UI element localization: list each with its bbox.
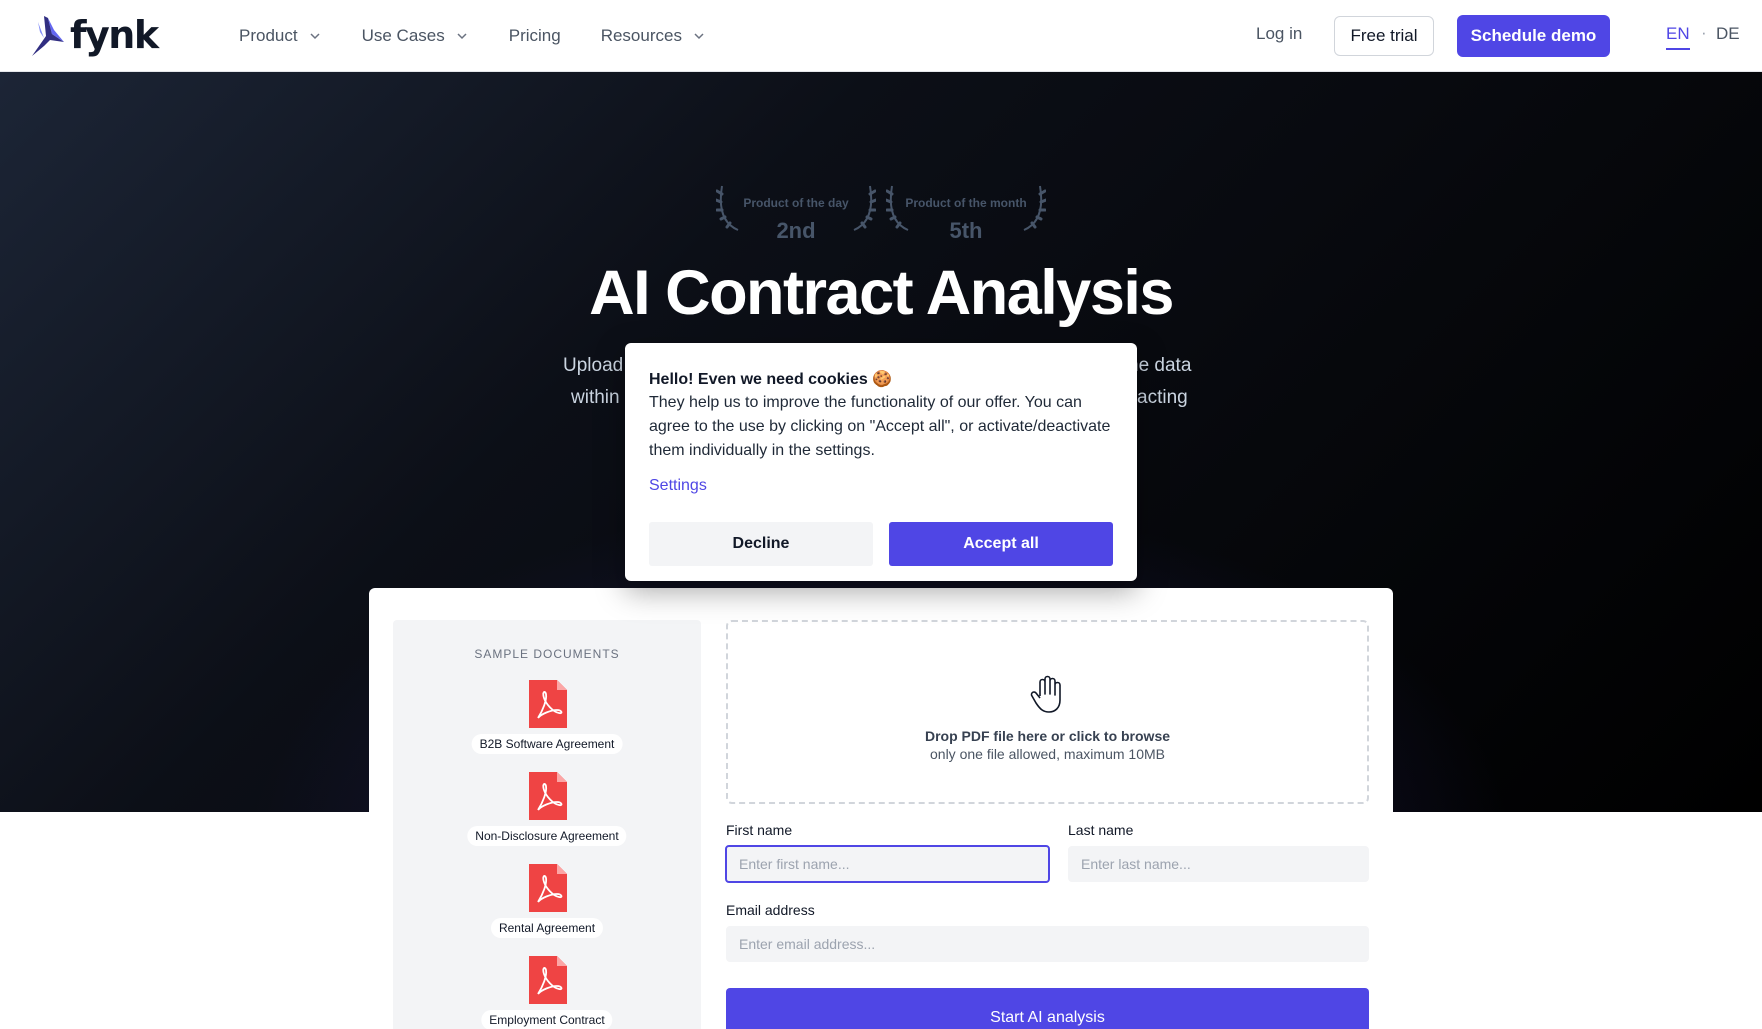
sample-document-label: Employment Contract xyxy=(481,1010,613,1029)
cookie-buttons: Decline Accept all xyxy=(649,522,1113,566)
nav-item-product[interactable]: Product xyxy=(239,26,322,46)
sample-document-item[interactable]: Employment Contract xyxy=(393,956,701,1029)
language-en[interactable]: EN xyxy=(1666,24,1690,50)
nav-item-use-cases[interactable]: Use Cases xyxy=(362,26,469,46)
pdf-file-icon xyxy=(529,956,567,1004)
accept-all-button[interactable]: Accept all xyxy=(889,522,1113,566)
cookie-settings-link[interactable]: Settings xyxy=(649,477,707,495)
chevron-down-icon xyxy=(310,33,320,40)
last-name-label: Last name xyxy=(1068,822,1134,838)
logo-text: fynk xyxy=(70,13,159,57)
nav-label: Pricing xyxy=(508,26,561,45)
main-nav: Product Use Cases Pricing Resources xyxy=(239,0,746,72)
sample-document-label: Rental Agreement xyxy=(490,918,604,938)
subtitle-fragment: Upload xyxy=(563,355,624,376)
subtitle-fragment: he data xyxy=(1128,355,1192,376)
sample-document-item[interactable]: Rental Agreement xyxy=(393,864,701,944)
nav-item-resources[interactable]: Resources xyxy=(601,26,706,46)
award-badge-month: Product of the month 5th xyxy=(886,182,1046,243)
award-rank: 2nd xyxy=(776,218,816,243)
award-rank: 5th xyxy=(949,218,983,243)
cookie-text: They help us to improve the functionalit… xyxy=(649,394,1111,459)
pdf-file-icon xyxy=(529,772,567,820)
pdf-file-icon xyxy=(529,864,567,912)
last-name-field[interactable] xyxy=(1068,846,1369,882)
sample-document-label: Non-Disclosure Agreement xyxy=(467,826,627,846)
pdf-file-icon xyxy=(529,680,567,728)
nav-item-pricing[interactable]: Pricing xyxy=(509,26,561,46)
decline-button[interactable]: Decline xyxy=(649,522,873,566)
chevron-down-icon xyxy=(457,33,467,40)
page-title: AI Contract Analysis xyxy=(589,258,1174,328)
sample-document-item[interactable]: Non-Disclosure Agreement xyxy=(393,772,701,852)
analysis-card: SAMPLE DOCUMENTS B2B Software Agreement … xyxy=(369,588,1393,1029)
subtitle-fragment: acting xyxy=(1137,387,1188,408)
login-link[interactable]: Log in xyxy=(1256,24,1302,44)
cookie-consent-dialog: Hello! Even we need cookies 🍪 They help … xyxy=(625,343,1137,581)
nav-label: Product xyxy=(239,26,298,45)
sample-document-label: B2B Software Agreement xyxy=(471,734,623,754)
award-label: Product of the month xyxy=(905,196,1027,210)
award-badge-day: Product of the day 2nd xyxy=(716,182,876,243)
nav-label: Resources xyxy=(600,26,682,45)
fynk-logo-bird-icon xyxy=(32,16,64,56)
pdf-dropzone[interactable]: Drop PDF file here or click to browse on… xyxy=(726,620,1369,804)
sample-documents-title: SAMPLE DOCUMENTS xyxy=(474,647,620,661)
dropzone-main-text: Drop PDF file here or click to browse xyxy=(924,728,1171,744)
logo[interactable]: fynk xyxy=(30,12,159,58)
chevron-down-icon xyxy=(694,33,704,40)
award-label: Product of the day xyxy=(743,196,849,210)
free-trial-button[interactable]: Free trial xyxy=(1334,16,1434,56)
hand-cursor-icon xyxy=(1030,675,1061,713)
schedule-demo-button[interactable]: Schedule demo xyxy=(1457,15,1610,57)
email-label: Email address xyxy=(726,902,815,918)
first-name-label: First name xyxy=(726,822,793,838)
nav-label: Use Cases xyxy=(361,26,445,45)
language-separator: · xyxy=(1701,23,1707,42)
first-name-field[interactable] xyxy=(725,845,1050,883)
dropzone-sub-text: only one file allowed, maximum 10MB xyxy=(930,746,1165,762)
start-ai-analysis-button[interactable]: Start AI analysis xyxy=(726,988,1369,1029)
language-de[interactable]: DE xyxy=(1716,24,1740,44)
subtitle-fragment: within xyxy=(571,387,620,408)
sample-document-item[interactable]: B2B Software Agreement xyxy=(393,680,701,760)
cookie-title: Hello! Even we need cookies 🍪 xyxy=(649,371,893,388)
site-header: fynk Product Use Cases Pricing Resources… xyxy=(0,0,1762,72)
sample-documents-panel: SAMPLE DOCUMENTS B2B Software Agreement … xyxy=(393,620,701,1029)
email-field[interactable] xyxy=(726,926,1369,962)
